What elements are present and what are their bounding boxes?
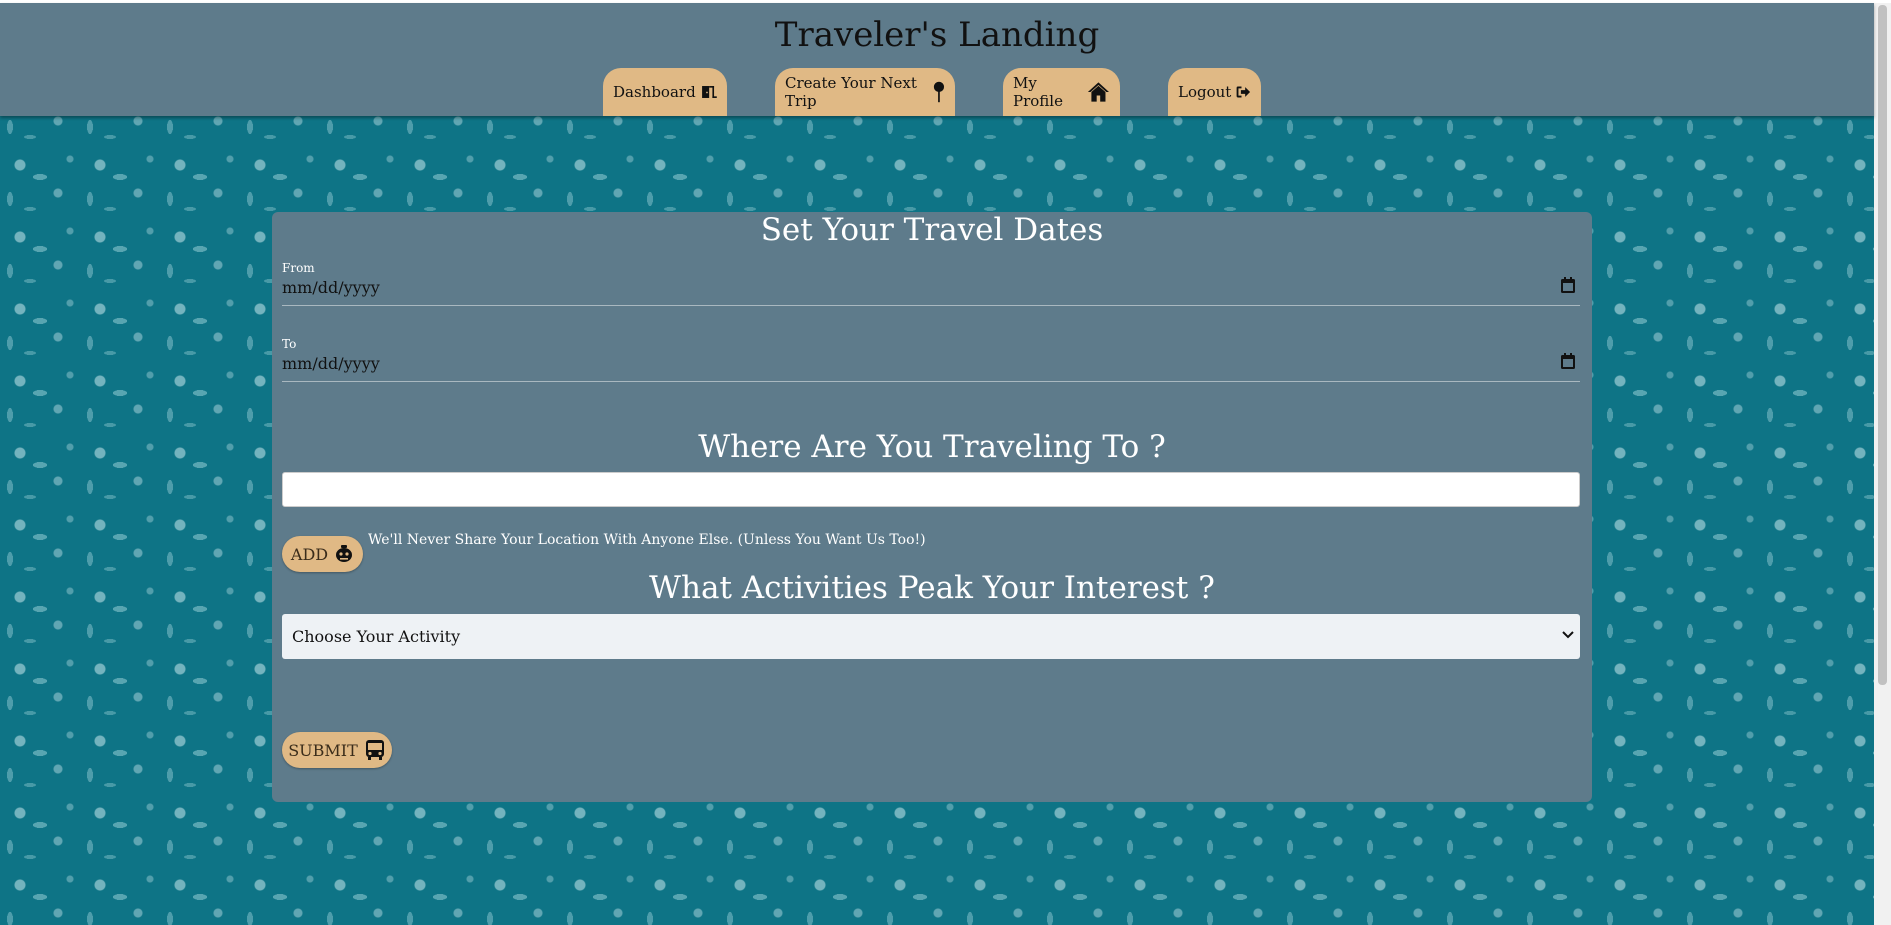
home-icon — [1088, 82, 1110, 102]
site-title: Traveler's Landing — [774, 15, 1100, 55]
door-exit-icon — [701, 86, 717, 98]
nav-label-logout: Logout — [1178, 83, 1232, 101]
to-date-value: mm/dd/yyyy — [282, 354, 380, 373]
trip-form-card: Set Your Travel Dates From mm/dd/yyyy To… — [272, 212, 1592, 802]
nav-label-dashboard: Dashboard — [613, 83, 696, 101]
calendar-icon[interactable] — [1560, 276, 1576, 294]
logout-icon — [1236, 86, 1251, 98]
nav-label-my-profile: My Profile — [1013, 74, 1063, 110]
site-header: Traveler's Landing Dashboard Create Your… — [0, 3, 1874, 116]
submit-button-label: SUBMIT — [288, 740, 358, 760]
activities-heading: What Activities Peak Your Interest ? — [649, 570, 1215, 606]
add-button-label: ADD — [290, 544, 329, 564]
calendar-icon[interactable] — [1560, 352, 1576, 370]
vertical-scrollbar[interactable] — [1874, 3, 1891, 925]
scrollbar-thumb[interactable] — [1878, 5, 1887, 685]
chevron-down-icon — [1562, 631, 1574, 639]
activity-select[interactable]: Choose Your Activity — [282, 614, 1580, 659]
bus-icon — [365, 740, 384, 760]
dates-heading: Set Your Travel Dates — [760, 212, 1104, 248]
to-date-input[interactable]: mm/dd/yyyy — [282, 344, 1580, 382]
nav-tab-logout[interactable]: Logout — [1168, 68, 1261, 116]
nav-tab-my-profile[interactable]: My Profile — [1003, 68, 1120, 116]
nav-tab-create-trip[interactable]: Create Your Next Trip — [775, 68, 955, 116]
destination-input[interactable] — [282, 472, 1580, 507]
privacy-note: We'll Never Share Your Location With Any… — [368, 532, 926, 548]
from-date-value: mm/dd/yyyy — [282, 278, 380, 297]
travel-bag-icon — [336, 545, 353, 562]
page-background: Traveler's Landing Dashboard Create Your… — [0, 3, 1874, 925]
nav-label-create-trip: Create Your Next Trip — [785, 74, 917, 110]
map-pin-icon — [933, 81, 945, 103]
add-button[interactable]: ADD — [282, 536, 363, 572]
activity-select-value: Choose Your Activity — [292, 627, 461, 646]
nav-tab-dashboard[interactable]: Dashboard — [603, 68, 727, 116]
from-date-input[interactable]: mm/dd/yyyy — [282, 268, 1580, 306]
submit-button[interactable]: SUBMIT — [282, 732, 392, 768]
destination-heading: Where Are You Traveling To ? — [698, 429, 1166, 465]
